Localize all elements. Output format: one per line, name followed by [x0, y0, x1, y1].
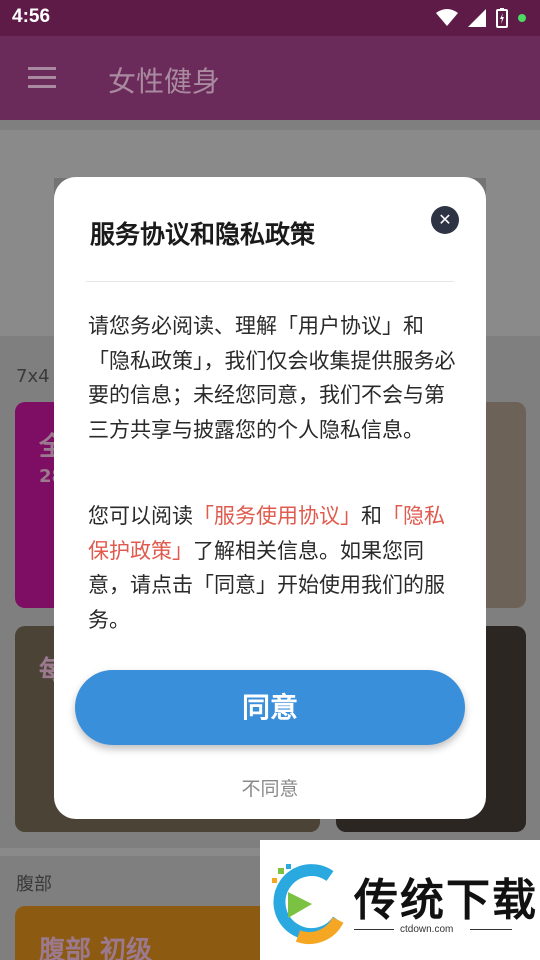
disagree-button[interactable]: 不同意	[54, 774, 486, 801]
watermark-url: ctdown.com	[400, 924, 454, 935]
dialog-body-links: 您可以阅读「服务使用协议」和「隐私保护政策」了解相关信息。如果您同意，请点击「同…	[88, 499, 458, 637]
para2-prefix: 您可以阅读	[88, 504, 193, 528]
battery-icon	[496, 8, 508, 28]
card-title: 腹部 初级	[39, 936, 153, 960]
menu-icon[interactable]	[28, 67, 56, 89]
para2-middle: 和	[361, 504, 382, 528]
watermark-brand: 传统下载	[354, 875, 538, 926]
app-title: 女性健身	[108, 65, 221, 98]
privacy-dialog: 服务协议和隐私政策 ✕ 请您务必阅读、理解「用户协议」和「隐私政策」，我们仅会收…	[54, 177, 486, 819]
section-label-abs: 腹部	[16, 874, 52, 895]
signal-icon	[468, 9, 486, 27]
watermark-line-left	[354, 929, 394, 930]
status-icons	[436, 8, 526, 28]
wifi-icon	[436, 9, 458, 26]
dialog-title: 服务协议和隐私政策	[90, 220, 316, 249]
service-agreement-link[interactable]: 「服务使用协议」	[193, 504, 361, 528]
watermark-logo: 传统下载 ctdown.com	[260, 840, 540, 960]
section-label-7x4: 7x4	[16, 366, 50, 387]
dialog-body-text: 请您务必阅读、理解「用户协议」和「隐私政策」，我们仅会收集提供服务必要的信息；未…	[88, 314, 456, 442]
dialog-divider	[86, 281, 454, 282]
close-icon[interactable]: ✕	[431, 206, 459, 234]
app-bar: 女性健身	[0, 36, 540, 120]
agree-button[interactable]: 同意	[75, 670, 465, 745]
notification-dot-icon	[518, 14, 526, 22]
status-bar: 4:56	[0, 0, 540, 36]
status-time: 4:56	[12, 6, 51, 27]
brand-logo-icon	[272, 864, 344, 944]
watermark-line-right	[470, 929, 512, 930]
